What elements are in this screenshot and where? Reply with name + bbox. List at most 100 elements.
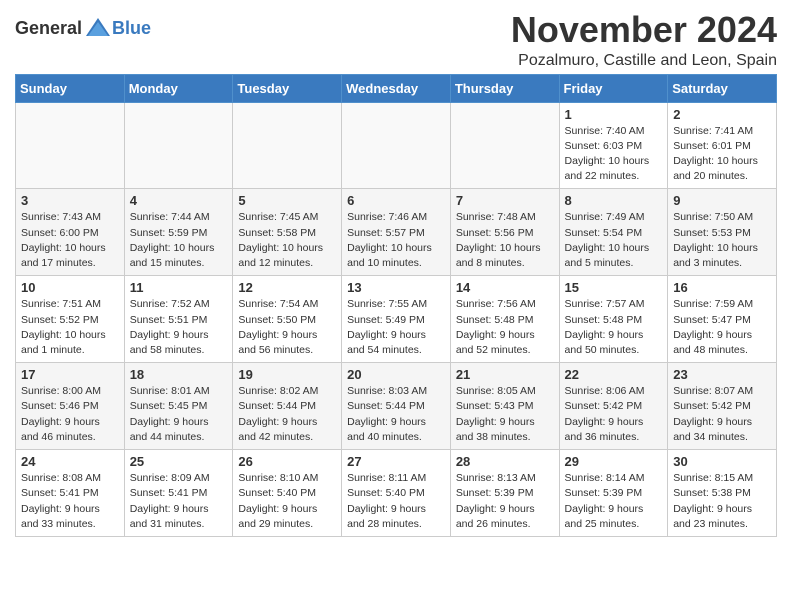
day-number: 8 <box>565 193 663 208</box>
day-number: 21 <box>456 367 554 382</box>
calendar-cell: 15 Sunrise: 7:57 AM Sunset: 5:48 PM Dayli… <box>559 276 668 363</box>
day-header-tuesday: Tuesday <box>233 74 342 102</box>
day-number: 30 <box>673 454 771 469</box>
day-number: 12 <box>238 280 336 295</box>
calendar-cell <box>233 102 342 189</box>
calendar-cell: 5 Sunrise: 7:45 AM Sunset: 5:58 PM Daylig… <box>233 189 342 276</box>
title-block: November 2024 Pozalmuro, Castille and Le… <box>511 10 777 70</box>
day-info: Sunrise: 7:49 AM Sunset: 5:54 PM Dayligh… <box>565 210 663 271</box>
calendar-cell: 25 Sunrise: 8:09 AM Sunset: 5:41 PM Dayli… <box>124 450 233 537</box>
day-info: Sunrise: 8:01 AM Sunset: 5:45 PM Dayligh… <box>130 384 228 445</box>
day-info: Sunrise: 8:13 AM Sunset: 5:39 PM Dayligh… <box>456 471 554 532</box>
day-number: 19 <box>238 367 336 382</box>
day-number: 22 <box>565 367 663 382</box>
day-info: Sunrise: 8:02 AM Sunset: 5:44 PM Dayligh… <box>238 384 336 445</box>
day-number: 13 <box>347 280 445 295</box>
calendar-cell: 18Sunrise: 8:01 AM Sunset: 5:45 PM Dayli… <box>124 363 233 450</box>
calendar-cell: 10Sunrise: 7:51 AM Sunset: 5:52 PM Dayli… <box>16 276 125 363</box>
day-number: 26 <box>238 454 336 469</box>
calendar-cell: 24Sunrise: 8:08 AM Sunset: 5:41 PM Dayli… <box>16 450 125 537</box>
day-number: 14 <box>456 280 554 295</box>
day-info: Sunrise: 8:15 AM Sunset: 5:38 PM Dayligh… <box>673 471 771 532</box>
calendar-cell: 30 Sunrise: 8:15 AM Sunset: 5:38 PM Dayli… <box>668 450 777 537</box>
calendar-cell: 14 Sunrise: 7:56 AM Sunset: 5:48 PM Dayli… <box>450 276 559 363</box>
day-info: Sunrise: 7:45 AM Sunset: 5:58 PM Dayligh… <box>238 210 336 271</box>
day-number: 27 <box>347 454 445 469</box>
calendar-cell: 23 Sunrise: 8:07 AM Sunset: 5:42 PM Dayli… <box>668 363 777 450</box>
day-number: 2 <box>673 107 771 122</box>
calendar-week-row: 24Sunrise: 8:08 AM Sunset: 5:41 PM Dayli… <box>16 450 777 537</box>
day-number: 6 <box>347 193 445 208</box>
calendar-table: SundayMondayTuesdayWednesdayThursdayFrid… <box>15 74 777 537</box>
day-info: Sunrise: 8:11 AM Sunset: 5:40 PM Dayligh… <box>347 471 445 532</box>
day-info: Sunrise: 8:06 AM Sunset: 5:42 PM Dayligh… <box>565 384 663 445</box>
day-number: 10 <box>21 280 119 295</box>
calendar-cell <box>16 102 125 189</box>
day-number: 29 <box>565 454 663 469</box>
day-number: 3 <box>21 193 119 208</box>
day-info: Sunrise: 7:59 AM Sunset: 5:47 PM Dayligh… <box>673 297 771 358</box>
day-info: Sunrise: 7:56 AM Sunset: 5:48 PM Dayligh… <box>456 297 554 358</box>
calendar-cell <box>342 102 451 189</box>
day-info: Sunrise: 7:57 AM Sunset: 5:48 PM Dayligh… <box>565 297 663 358</box>
day-info: Sunrise: 8:03 AM Sunset: 5:44 PM Dayligh… <box>347 384 445 445</box>
calendar-cell: 27 Sunrise: 8:11 AM Sunset: 5:40 PM Dayli… <box>342 450 451 537</box>
day-info: Sunrise: 7:55 AM Sunset: 5:49 PM Dayligh… <box>347 297 445 358</box>
logo-general-text: General <box>15 18 82 39</box>
day-info: Sunrise: 7:50 AM Sunset: 5:53 PM Dayligh… <box>673 210 771 271</box>
logo: General Blue <box>15 14 151 42</box>
calendar-header-row: SundayMondayTuesdayWednesdayThursdayFrid… <box>16 74 777 102</box>
calendar-week-row: 17 Sunrise: 8:00 AM Sunset: 5:46 PM Dayli… <box>16 363 777 450</box>
calendar-cell: 7Sunrise: 7:48 AM Sunset: 5:56 PM Daylig… <box>450 189 559 276</box>
calendar-cell: 9 Sunrise: 7:50 AM Sunset: 5:53 PM Daylig… <box>668 189 777 276</box>
calendar-cell: 17 Sunrise: 8:00 AM Sunset: 5:46 PM Dayli… <box>16 363 125 450</box>
page-header: General Blue November 2024 Pozalmuro, Ca… <box>15 10 777 70</box>
day-number: 23 <box>673 367 771 382</box>
calendar-cell: 13 Sunrise: 7:55 AM Sunset: 5:49 PM Dayli… <box>342 276 451 363</box>
day-info: Sunrise: 8:09 AM Sunset: 5:41 PM Dayligh… <box>130 471 228 532</box>
day-number: 9 <box>673 193 771 208</box>
day-info: Sunrise: 8:10 AM Sunset: 5:40 PM Dayligh… <box>238 471 336 532</box>
calendar-cell: 29 Sunrise: 8:14 AM Sunset: 5:39 PM Dayli… <box>559 450 668 537</box>
day-number: 16 <box>673 280 771 295</box>
day-number: 28 <box>456 454 554 469</box>
day-info: Sunrise: 7:48 AM Sunset: 5:56 PM Dayligh… <box>456 210 554 271</box>
day-info: Sunrise: 7:54 AM Sunset: 5:50 PM Dayligh… <box>238 297 336 358</box>
calendar-cell: 28 Sunrise: 8:13 AM Sunset: 5:39 PM Dayli… <box>450 450 559 537</box>
day-info: Sunrise: 7:46 AM Sunset: 5:57 PM Dayligh… <box>347 210 445 271</box>
day-number: 5 <box>238 193 336 208</box>
day-info: Sunrise: 7:44 AM Sunset: 5:59 PM Dayligh… <box>130 210 228 271</box>
calendar-cell: 8 Sunrise: 7:49 AM Sunset: 5:54 PM Daylig… <box>559 189 668 276</box>
calendar-cell <box>450 102 559 189</box>
day-number: 24 <box>21 454 119 469</box>
day-header-sunday: Sunday <box>16 74 125 102</box>
month-title: November 2024 <box>511 10 777 50</box>
day-number: 17 <box>21 367 119 382</box>
day-number: 11 <box>130 280 228 295</box>
calendar-cell: 1Sunrise: 7:40 AM Sunset: 6:03 PM Daylig… <box>559 102 668 189</box>
day-number: 25 <box>130 454 228 469</box>
calendar-cell: 3Sunrise: 7:43 AM Sunset: 6:00 PM Daylig… <box>16 189 125 276</box>
calendar-week-row: 10Sunrise: 7:51 AM Sunset: 5:52 PM Dayli… <box>16 276 777 363</box>
day-info: Sunrise: 8:07 AM Sunset: 5:42 PM Dayligh… <box>673 384 771 445</box>
day-info: Sunrise: 7:52 AM Sunset: 5:51 PM Dayligh… <box>130 297 228 358</box>
day-info: Sunrise: 7:40 AM Sunset: 6:03 PM Dayligh… <box>565 124 663 185</box>
day-header-friday: Friday <box>559 74 668 102</box>
logo-blue-text: Blue <box>112 18 151 39</box>
calendar-cell: 20Sunrise: 8:03 AM Sunset: 5:44 PM Dayli… <box>342 363 451 450</box>
calendar-cell: 2Sunrise: 7:41 AM Sunset: 6:01 PM Daylig… <box>668 102 777 189</box>
day-number: 4 <box>130 193 228 208</box>
calendar-cell: 11 Sunrise: 7:52 AM Sunset: 5:51 PM Dayli… <box>124 276 233 363</box>
day-number: 15 <box>565 280 663 295</box>
calendar-cell: 26 Sunrise: 8:10 AM Sunset: 5:40 PM Dayli… <box>233 450 342 537</box>
calendar-cell: 19 Sunrise: 8:02 AM Sunset: 5:44 PM Dayli… <box>233 363 342 450</box>
day-header-monday: Monday <box>124 74 233 102</box>
calendar-cell: 21Sunrise: 8:05 AM Sunset: 5:43 PM Dayli… <box>450 363 559 450</box>
location-subtitle: Pozalmuro, Castille and Leon, Spain <box>511 52 777 70</box>
day-info: Sunrise: 8:14 AM Sunset: 5:39 PM Dayligh… <box>565 471 663 532</box>
calendar-cell: 16 Sunrise: 7:59 AM Sunset: 5:47 PM Dayli… <box>668 276 777 363</box>
calendar-cell: 4 Sunrise: 7:44 AM Sunset: 5:59 PM Daylig… <box>124 189 233 276</box>
day-info: Sunrise: 8:00 AM Sunset: 5:46 PM Dayligh… <box>21 384 119 445</box>
logo-icon <box>84 14 112 42</box>
day-header-wednesday: Wednesday <box>342 74 451 102</box>
